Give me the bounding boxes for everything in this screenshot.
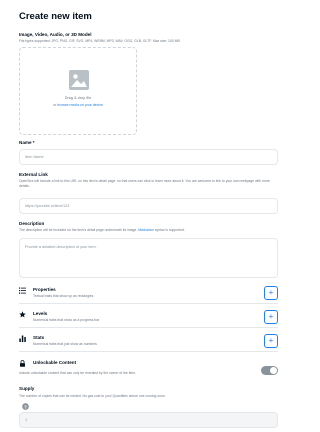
- divider: [19, 327, 278, 328]
- external-link-label: External Link: [19, 172, 48, 177]
- supply-label: Supply: [19, 386, 35, 391]
- name-input[interactable]: [19, 149, 278, 165]
- media-file-types-hint: File types supported: JPG, PNG, GIF, SVG…: [19, 39, 180, 43]
- unlockable-title: Unlockable Content: [33, 360, 77, 365]
- bar-chart-icon: [19, 335, 26, 342]
- properties-title: Properties: [33, 287, 56, 292]
- supply-input[interactable]: [19, 412, 278, 428]
- stats-row: Stats Numerical traits that just show as…: [19, 333, 278, 353]
- external-link-help: OpenSea will include a link to this URL …: [19, 179, 270, 189]
- description-help-suffix: syntax is supported.: [154, 228, 185, 232]
- toggle-knob: [270, 367, 277, 374]
- dropzone-or-text: or: [53, 103, 57, 107]
- add-levels-button[interactable]: +: [264, 310, 278, 324]
- external-link-input[interactable]: [19, 198, 278, 214]
- browse-media-link[interactable]: browse media on your device: [57, 103, 103, 107]
- markdown-link[interactable]: Markdown: [138, 228, 154, 232]
- description-textarea[interactable]: [19, 238, 278, 278]
- svg-text:?: ?: [24, 404, 27, 410]
- add-stats-button[interactable]: +: [264, 334, 278, 348]
- page-title: Create new item: [19, 11, 92, 22]
- supply-help: The number of copies that can be minted.…: [19, 394, 166, 398]
- dropzone-drag-text: Drag & drop file: [64, 96, 92, 100]
- info-icon[interactable]: ?: [22, 403, 29, 410]
- description-label: Description: [19, 221, 45, 226]
- add-properties-button[interactable]: +: [264, 286, 278, 300]
- description-help-text: The description will be included on the …: [19, 228, 138, 232]
- media-dropzone[interactable]: Drag & drop file or browse media on your…: [19, 47, 137, 135]
- dropzone-browse-line: or browse media on your device: [20, 103, 136, 107]
- unlockable-toggle[interactable]: [261, 366, 278, 375]
- levels-title: Levels: [33, 311, 48, 316]
- list-icon: [19, 287, 26, 294]
- media-label: Image, Video, Audio, or 3D Model: [19, 32, 92, 37]
- stats-description: Numerical traits that just show as numbe…: [33, 342, 97, 346]
- description-help: The description will be included on the …: [19, 228, 281, 233]
- divider: [19, 303, 278, 304]
- image-icon: [69, 70, 89, 90]
- unlockable-description: Include unlockable content that can only…: [19, 371, 137, 375]
- levels-row: Levels Numerical traits that show as a p…: [19, 309, 278, 329]
- divider: [19, 351, 278, 352]
- levels-description: Numerical traits that show as a progress…: [33, 318, 100, 322]
- star-icon: [19, 311, 26, 318]
- properties-description: Textual traits that show up as rectangle…: [33, 294, 94, 298]
- lock-icon: [20, 360, 25, 367]
- stats-title: Stats: [33, 335, 45, 340]
- name-label: Name *: [19, 140, 35, 145]
- properties-row: Properties Textual traits that show up a…: [19, 285, 278, 305]
